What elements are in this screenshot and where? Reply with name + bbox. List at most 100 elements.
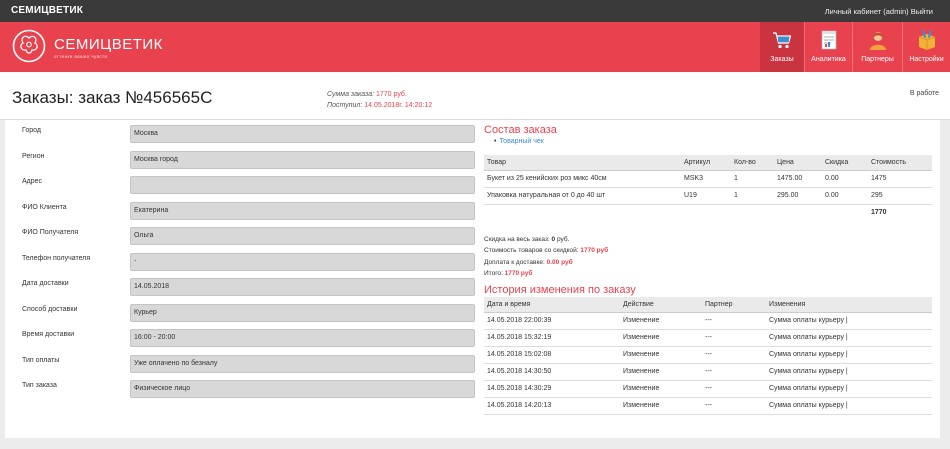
order-totals: Скидка на весь заказ: 0 руб. Стоимость т… [484,234,608,279]
nav-orders-label: Заказы [770,56,794,63]
order-received-label: Поступил: [327,102,363,109]
delivery-time-field[interactable]: 16:00 - 20:00 [130,329,475,347]
discounted-label: Стоимость товаров со скидкой: [484,247,579,255]
topbar-brand[interactable]: СЕМИЦВЕТИК [11,5,83,16]
history-action: Изменение [620,397,702,415]
delivery-method-label: Способ доставки [22,305,78,313]
delivery-method-field[interactable]: Курьер [130,303,475,322]
table-row[interactable]: 14.05.2018 15:02:08 Изменение --- Сумма … [484,346,932,364]
order-total-value: 1770 [871,209,887,217]
discount-line: Скидка на весь заказ: 0 руб. [484,234,608,245]
order-summary: Сумма заказа: 1770 руб. Поступил: 14.05.… [327,89,432,111]
logo-tagline: оттенки ваших чувств [54,54,108,59]
nav-partners[interactable]: Партнеры [852,22,902,72]
item-cost: 1475 [868,170,932,188]
history-datetime: 14.05.2018 14:30:29 [484,380,620,398]
history-partner: --- [702,363,766,381]
order-received-value: 14.05.2018г. 14:20:12 [364,102,433,109]
form-row-order-type: Тип заказа Физическое лицо [5,380,480,398]
address-label: Адрес [22,178,43,185]
recipient-name-label: ФИО Получателя [22,229,79,236]
payment-type-label: Тип оплаты [22,356,60,364]
col-datetime: Дата и время [484,297,620,313]
form-row-delivery-method: Способ доставки Курьер [5,303,480,322]
table-row[interactable]: Букет из 25 кенийских роз микс 40см MSK3… [484,170,932,188]
history-changes: Сумма оплаты курьеру | [766,363,932,381]
flower-logo-icon[interactable] [12,29,46,63]
page-title-bar: Заказы: заказ №456565C Сумма заказа: 177… [0,72,950,120]
nav-settings[interactable]: Настройки [902,22,950,72]
delivery-time-label: Время доставки [22,331,75,338]
region-label: Регион [22,152,45,160]
form-row-recipient: ФИО Получателя Ольга [5,227,480,245]
discount-label: Скидка на весь заказ: [484,236,550,243]
col-product: Товар [484,155,681,171]
table-row[interactable]: 14.05.2018 14:30:50 Изменение --- Сумма … [484,363,932,381]
discounted-value: 1770 руб [580,247,609,255]
table-row[interactable]: 14.05.2018 14:30:29 Изменение --- Сумма … [484,380,932,398]
col-cost: Стоимость [868,155,932,171]
history-partner: --- [702,380,766,398]
col-article: Артикул [681,155,731,171]
client-name-field[interactable]: Екатерина [130,201,475,220]
settings-icon [918,30,935,50]
order-composition-title: Состав заказа [484,124,557,136]
table-row[interactable]: 14.05.2018 15:32:19 Изменение --- Сумма … [484,329,932,347]
table-row[interactable]: Упаковка натуральная от 0 до 40 шт U19 1… [484,187,932,205]
col-qty: Кол-во [731,155,774,171]
delivery-date-label: Дата доставки [22,280,69,287]
history-changes: Сумма оплаты курьеру | [766,329,932,347]
table-row[interactable]: 14.05.2018 14:20:13 Изменение --- Сумма … [484,397,932,415]
delivery-surcharge-label: Доплата к доставке: [484,258,545,266]
discount-unit: руб. [556,236,570,243]
order-sum-value: 1770 руб. [376,91,407,98]
order-sum-line: Сумма заказа: 1770 руб. [327,89,432,100]
item-qty: 1 [731,170,774,188]
address-field[interactable] [130,176,475,194]
history-changes: Сумма оплаты курьеру | [766,397,932,415]
payment-type-field[interactable]: Уже оплачено по безналу [130,354,475,373]
form-row-region: Регион Москва город [5,150,480,169]
region-field[interactable]: Москва город [130,150,475,169]
item-price: 295.00 [774,187,822,205]
delivery-surcharge-line: Доплата к доставке: 0.00 руб [484,257,608,268]
history-changes: Сумма оплаты курьеру | [766,312,932,330]
nav-analytics[interactable]: Аналитика [804,22,852,72]
table-row[interactable]: 14.05.2018 22:00:39 Изменение --- Сумма … [484,312,932,330]
order-type-field[interactable]: Физическое лицо [130,380,475,398]
account-links: Личный кабинет (admin) Выйти [825,7,933,16]
order-total-row: 1770 [484,204,932,221]
grand-total-line: Итого: 1770 руб [484,268,608,279]
grand-total-label: Итого: [484,269,503,277]
nav-settings-label: Настройки [909,56,944,63]
history-partner: --- [702,329,766,347]
nav-analytics-label: Аналитика [811,56,846,63]
client-name-label: ФИО Клиента [22,203,67,211]
item-qty: 1 [731,187,774,205]
receipt-link[interactable]: Товарный чек [494,138,543,145]
delivery-date-field[interactable]: 14.05.2018 [130,278,475,296]
order-received-line: Поступил: 14.05.2018г. 14:20:12 [327,100,432,111]
nav-partners-label: Партнеры [861,56,894,63]
logout-link[interactable]: Выйти [911,7,933,16]
recipient-phone-field[interactable]: - [130,252,475,271]
order-content: Город Москва Регион Москва город Адрес Ф… [5,120,940,438]
city-field[interactable]: Москва [130,125,475,143]
history-header: Дата и время Действие Партнер Изменения [484,297,932,313]
main-nav: Заказы Аналитика Партнеры Настройки [760,22,950,72]
form-row-phone: Телефон получателя - [5,252,480,271]
nav-orders[interactable]: Заказы [760,22,804,72]
form-row-address: Адрес [5,176,480,194]
logo-name: СЕМИЦВЕТИК [54,36,163,53]
form-row-delivery-date: Дата доставки 14.05.2018 [5,278,480,296]
history-title: История изменения по заказу [484,284,636,296]
item-cost: 295 [868,187,932,205]
page-title: Заказы: заказ №456565C [12,88,213,107]
form-row-payment-type: Тип оплаты Уже оплачено по безналу [5,354,480,373]
account-link[interactable]: Личный кабинет (admin) [825,7,909,16]
order-type-label: Тип заказа [22,382,57,389]
history-datetime: 14.05.2018 15:02:08 [484,346,620,364]
item-article: MSK3 [681,170,731,188]
recipient-name-field[interactable]: Ольга [130,227,475,245]
item-discount: 0.00 [822,170,868,188]
